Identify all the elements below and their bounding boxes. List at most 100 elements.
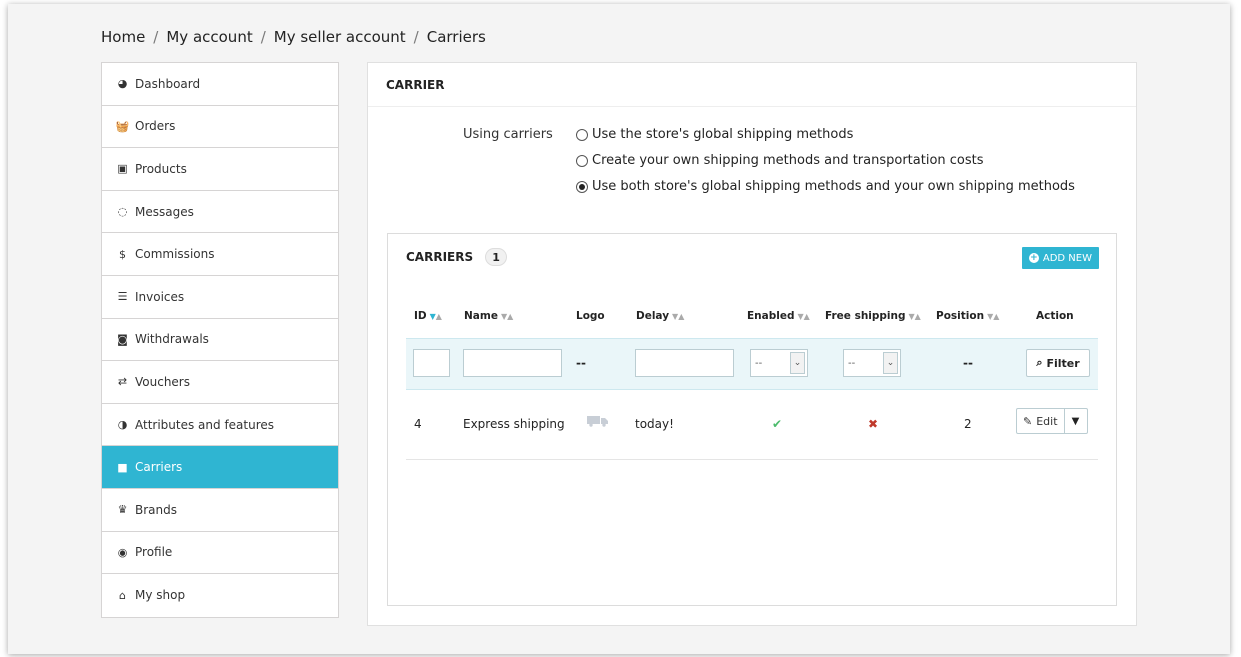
sidebar-item-label: Brands [135, 502, 177, 517]
user-circle-icon: ◉ [117, 545, 128, 559]
sort-icon[interactable]: ▼▲ [501, 312, 513, 321]
sidebar-item-carriers[interactable]: ■ Carriers [102, 446, 338, 489]
sidebar-item-label: Withdrawals [135, 332, 209, 347]
sidebar-item-orders[interactable]: 🧺 Orders [102, 106, 338, 149]
sidebar-item-label: Products [135, 161, 187, 176]
basket-icon: 🧺 [115, 119, 130, 133]
sidebar-item-label: Messages [135, 204, 194, 219]
list-icon: ☰ [117, 290, 128, 304]
gift-icon: ▣ [117, 162, 128, 176]
sidebar-item-label: Invoices [135, 289, 185, 304]
pencil-icon: ✎ [1023, 414, 1033, 428]
sidebar-item-label: Attributes and features [135, 417, 275, 432]
sort-icon[interactable]: ▼▲ [987, 312, 999, 321]
chevron-down-icon: ⌄ [790, 352, 805, 374]
check-icon[interactable]: ✔ [772, 417, 782, 431]
option-own-shipping[interactable]: Create your own shipping methods and tra… [576, 153, 984, 168]
cell-id: 4 [414, 417, 422, 431]
sidebar-item-invoices[interactable]: ☰ Invoices [102, 276, 338, 319]
edit-label: Edit [1036, 414, 1058, 428]
carriers-list: CARRIERS 1 + ADD NEW ID ▼▲ Name ▼▲ Logo De… [387, 233, 1117, 606]
cell-delay: today! [635, 417, 674, 431]
sidebar-item-label: Dashboard [135, 76, 201, 91]
breadcrumb-seller-account[interactable]: My seller account [274, 28, 406, 46]
filter-free-shipping-select[interactable]: -- ⌄ [843, 349, 901, 377]
chevron-down-icon: ⌄ [883, 352, 898, 374]
col-logo: Logo [576, 310, 605, 322]
filter-button[interactable]: ⌕ Filter [1026, 349, 1090, 377]
sidebar-item-profile[interactable]: ◉ Profile [102, 532, 338, 575]
sort-icon[interactable]: ▼▲ [430, 312, 442, 321]
option-both-shipping[interactable]: Use both store's global shipping methods… [576, 179, 1075, 194]
sidebar-item-label: Profile [135, 545, 173, 560]
truck-logo-icon [587, 415, 609, 430]
filter-row: -- -- ⌄ -- ⌄ -- ⌕ Filter [406, 338, 1098, 390]
radio-icon[interactable] [576, 154, 588, 167]
filter-name-input[interactable] [463, 349, 562, 377]
contrast-icon: ◑ [117, 418, 128, 432]
breadcrumb-current: Carriers [426, 28, 486, 46]
breadcrumb-separator: / [413, 28, 419, 46]
comment-icon: ◌ [117, 205, 128, 219]
col-action: Action [1036, 310, 1074, 322]
option-global-shipping[interactable]: Use the store's global shipping methods [576, 127, 853, 142]
option-label: Use both store's global shipping methods… [592, 179, 1075, 194]
cell-position: 2 [964, 417, 972, 431]
sidebar-item-withdrawals[interactable]: ◙ Withdrawals [102, 319, 338, 362]
sort-icon[interactable]: ▼▲ [672, 312, 684, 321]
sort-icon[interactable]: ▼▲ [909, 312, 921, 321]
using-carriers-label: Using carriers [463, 127, 553, 142]
sidebar-item-brands[interactable]: ♛ Brands [102, 489, 338, 532]
cross-icon[interactable]: ✖ [868, 417, 878, 431]
col-position[interactable]: Position ▼▲ [936, 310, 999, 322]
filter-logo-empty: -- [576, 356, 586, 370]
exchange-icon: ⇄ [117, 375, 128, 389]
add-new-label: ADD NEW [1042, 252, 1092, 264]
sidebar-item-commissions[interactable]: $ Commissions [102, 233, 338, 276]
breadcrumb: Home / My account / My seller account / … [101, 28, 486, 46]
caret-down-icon[interactable]: ▼ [1065, 409, 1087, 433]
sidebar-item-label: Vouchers [135, 374, 190, 389]
filter-position-empty: -- [963, 356, 973, 370]
home-icon: ⌂ [119, 588, 126, 602]
sidebar-item-products[interactable]: ▣ Products [102, 148, 338, 191]
filter-label: Filter [1046, 356, 1080, 370]
option-label: Use the store's global shipping methods [592, 127, 854, 142]
breadcrumb-separator: / [153, 28, 159, 46]
col-name[interactable]: Name ▼▲ [464, 310, 513, 322]
radio-icon[interactable] [576, 128, 588, 141]
truck-icon: ■ [117, 460, 128, 474]
sidebar-item-label: Orders [135, 119, 176, 134]
table-row[interactable]: 4 Express shipping today! ✔ ✖ 2 ✎ Edit ▼ [406, 390, 1098, 460]
panel-title: CARRIER [368, 63, 1136, 107]
breadcrumb-my-account[interactable]: My account [166, 28, 252, 46]
money-icon: ◙ [117, 332, 128, 346]
trophy-icon: ♛ [117, 503, 128, 517]
filter-id-input[interactable] [413, 349, 450, 377]
col-free-shipping[interactable]: Free shipping ▼▲ [825, 310, 921, 322]
add-new-button[interactable]: + ADD NEW [1021, 247, 1099, 269]
sidebar-item-label: Commissions [135, 247, 215, 262]
col-delay[interactable]: Delay ▼▲ [636, 310, 684, 322]
sidebar-item-label: Carriers [135, 460, 183, 475]
list-header: CARRIERS 1 [406, 248, 508, 266]
col-id[interactable]: ID ▼▲ [414, 310, 442, 322]
col-enabled[interactable]: Enabled ▼▲ [747, 310, 810, 322]
dashboard-icon: ◕ [117, 77, 128, 91]
filter-delay-input[interactable] [635, 349, 734, 377]
sidebar-item-messages[interactable]: ◌ Messages [102, 191, 338, 234]
breadcrumb-separator: / [260, 28, 266, 46]
sort-icon[interactable]: ▼▲ [798, 312, 810, 321]
sidebar-item-my-shop[interactable]: ⌂ My shop [102, 574, 338, 617]
option-label: Create your own shipping methods and tra… [592, 153, 984, 168]
sidebar-item-vouchers[interactable]: ⇄ Vouchers [102, 361, 338, 404]
edit-button[interactable]: ✎ Edit [1017, 409, 1065, 433]
edit-button-group: ✎ Edit ▼ [1016, 408, 1088, 434]
filter-enabled-select[interactable]: -- ⌄ [750, 349, 808, 377]
sidebar-item-attributes[interactable]: ◑ Attributes and features [102, 404, 338, 447]
sidebar-item-dashboard[interactable]: ◕ Dashboard [102, 63, 338, 106]
count-badge: 1 [485, 248, 508, 266]
breadcrumb-home[interactable]: Home [101, 28, 145, 46]
cell-name: Express shipping [463, 417, 565, 431]
radio-selected-icon[interactable] [576, 180, 588, 193]
